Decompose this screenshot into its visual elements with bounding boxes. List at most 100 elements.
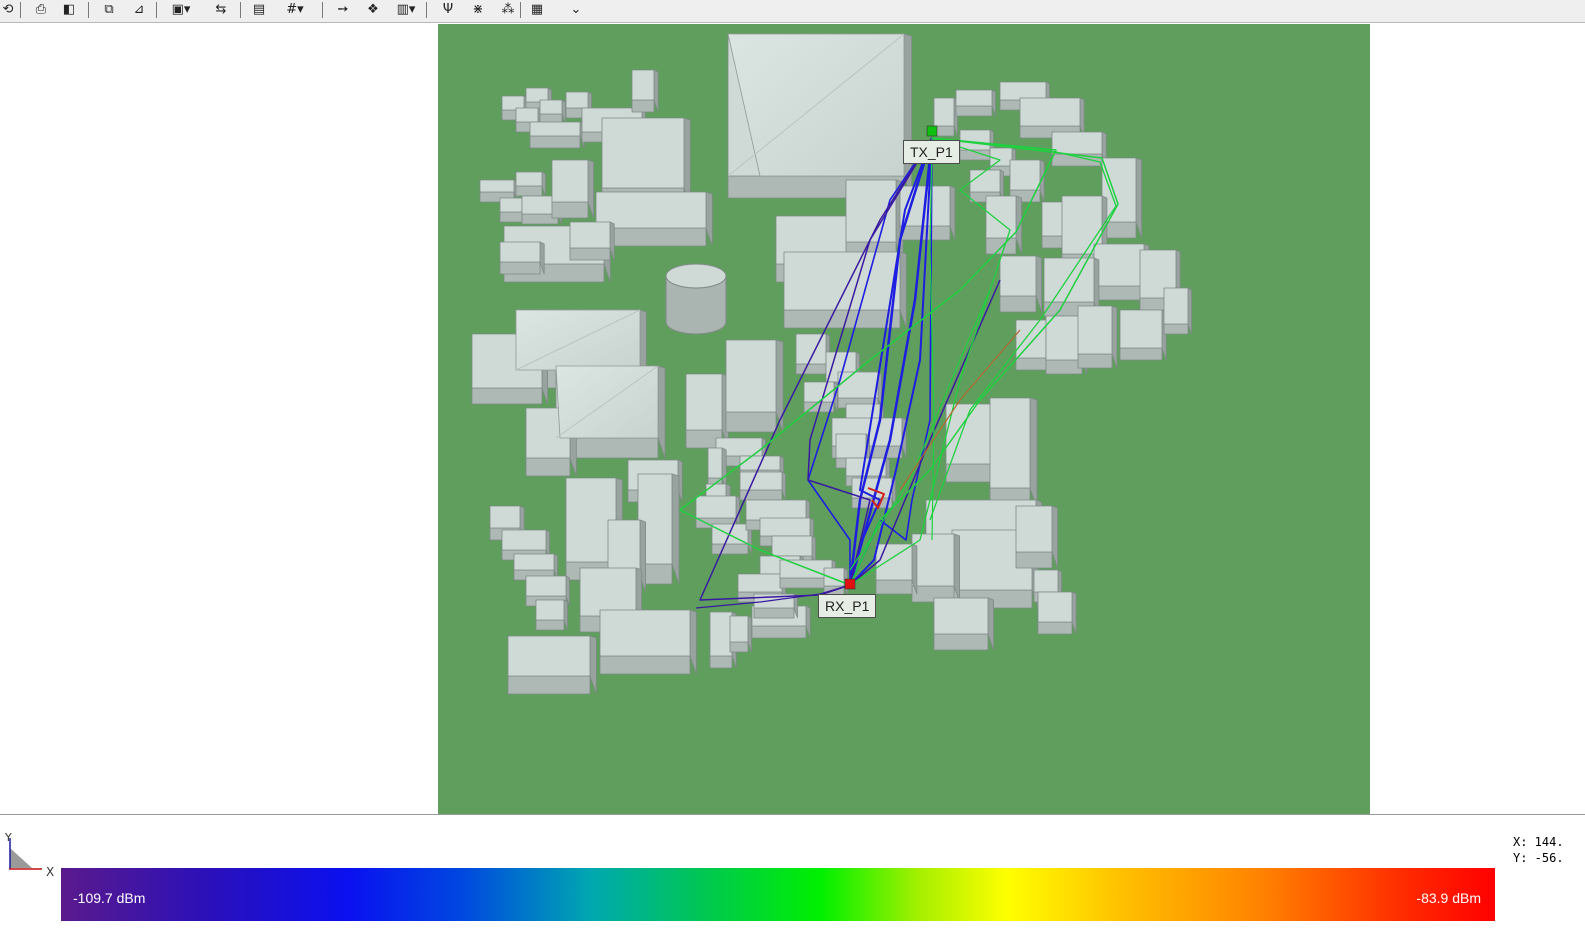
building-face: [705, 191, 713, 247]
legend-max-label: -83.9 dBm: [1416, 890, 1481, 906]
building-roof: [499, 197, 523, 213]
building-face: [587, 159, 595, 219]
x-coordinate: X: 144.: [1513, 835, 1564, 849]
building-roof: [745, 499, 807, 521]
building-face: [551, 201, 589, 219]
ray-filter-icon[interactable]: Ψ: [436, 1, 460, 19]
rx-site-label[interactable]: RX_P1: [818, 594, 877, 618]
tx-site-label[interactable]: TX_P1: [903, 140, 960, 164]
edit-view-icon[interactable]: ⊿: [128, 1, 150, 19]
building-roof: [695, 495, 737, 519]
building-face: [1037, 621, 1073, 635]
building-roof: [1009, 159, 1041, 191]
building-roof: [565, 91, 589, 109]
building-face: [805, 605, 811, 639]
building-roof: [959, 129, 991, 151]
building-face: [529, 135, 581, 149]
building-roof: [823, 567, 845, 587]
solid-shading-icon[interactable]: ◧: [58, 1, 80, 19]
building-face: [631, 99, 655, 113]
building-roof: [955, 89, 993, 107]
building-roof: [501, 529, 547, 551]
building-face: [599, 655, 691, 675]
toolbar: ⟲ ⎙ ◧ ⧉ ⊿ ▣▾ ⇆ ▤ #▾ ➙ ❖ ▥▾ Ψ ⋇ ⁂ ▦ ⌄: [0, 0, 1585, 23]
building-roof: [875, 543, 913, 581]
building-face: [499, 261, 541, 275]
building-roof: [771, 535, 813, 557]
building-roof: [725, 339, 777, 413]
building-face: [781, 471, 786, 501]
building-face: [751, 625, 807, 639]
building-face: [709, 655, 733, 669]
building-roof: [685, 373, 723, 431]
building-roof: [837, 371, 879, 399]
render-mode-icon[interactable]: ▦: [526, 1, 548, 19]
copy-view-icon[interactable]: ⧉: [98, 1, 120, 19]
building-roof: [599, 609, 691, 657]
building-face: [899, 225, 951, 241]
building-face: [499, 211, 523, 223]
building-roof: [1033, 569, 1059, 593]
grid-dropdown-icon[interactable]: #▾: [280, 1, 310, 19]
building-roof: [529, 121, 581, 137]
building-roof: [1093, 243, 1145, 287]
building-roof: [513, 553, 555, 571]
building-face: [753, 607, 795, 619]
building-roof: [507, 635, 591, 677]
building-roof: [729, 615, 749, 643]
building-face: [987, 597, 994, 651]
rx-antenna-marker[interactable]: [844, 578, 856, 590]
building-face: [1077, 353, 1113, 369]
building-roof: [783, 251, 901, 311]
building-face: [671, 473, 680, 585]
view-history-icon[interactable]: ⇆: [208, 1, 234, 19]
building-roof: [737, 573, 783, 593]
cylinder-tower-roof: [665, 263, 727, 289]
building-face: [747, 615, 752, 653]
toolbar-separator: [520, 2, 521, 18]
building-face: [933, 633, 989, 651]
building-face: [1071, 591, 1077, 635]
building-face: [775, 339, 784, 433]
building-face: [783, 309, 901, 329]
building-face: [1119, 347, 1163, 361]
layers-icon[interactable]: ▤: [248, 1, 270, 19]
building-roof: [489, 505, 521, 529]
building-face: [949, 185, 956, 241]
building-roof: [479, 179, 515, 193]
building-face: [535, 619, 565, 631]
toolbar-separator: [240, 2, 241, 18]
translate-icon[interactable]: ➙: [332, 1, 354, 19]
building-face: [729, 641, 749, 653]
building-roof: [1119, 309, 1163, 349]
chart-dropdown-icon[interactable]: ▥▾: [390, 1, 422, 19]
building-roof: [985, 195, 1017, 239]
orbit-icon[interactable]: ❖: [362, 1, 384, 19]
building-face: [589, 635, 597, 695]
building-face: [1029, 397, 1038, 509]
building-roof: [835, 433, 867, 459]
building-face: [569, 247, 611, 261]
building-roof: [933, 97, 955, 127]
building-face: [875, 579, 913, 595]
rotate-view-icon[interactable]: ⟲: [0, 1, 16, 19]
building-face: [525, 457, 571, 477]
ray-paths-icon[interactable]: ⋇: [466, 1, 490, 19]
building-roof: [515, 107, 539, 123]
status-divider: [0, 814, 1585, 815]
building-roof: [1045, 315, 1083, 361]
building-roof: [499, 241, 541, 263]
ray-spread-icon[interactable]: ⁂: [496, 1, 520, 19]
3d-viewport[interactable]: TX_P1 RX_P1: [438, 24, 1370, 814]
expand-toolbar-icon[interactable]: ⌄: [566, 1, 586, 19]
building-roof: [595, 191, 707, 229]
building-face: [507, 675, 591, 695]
legend-min-label: -109.7 dBm: [73, 890, 146, 906]
tx-antenna-marker[interactable]: [926, 125, 938, 137]
building-roof: [739, 471, 783, 491]
building-roof: [803, 381, 835, 403]
building-roof: [709, 611, 733, 657]
building-face: [711, 543, 749, 555]
capture-dropdown-icon[interactable]: ▣▾: [166, 1, 196, 19]
print-icon[interactable]: ⎙: [30, 1, 52, 19]
